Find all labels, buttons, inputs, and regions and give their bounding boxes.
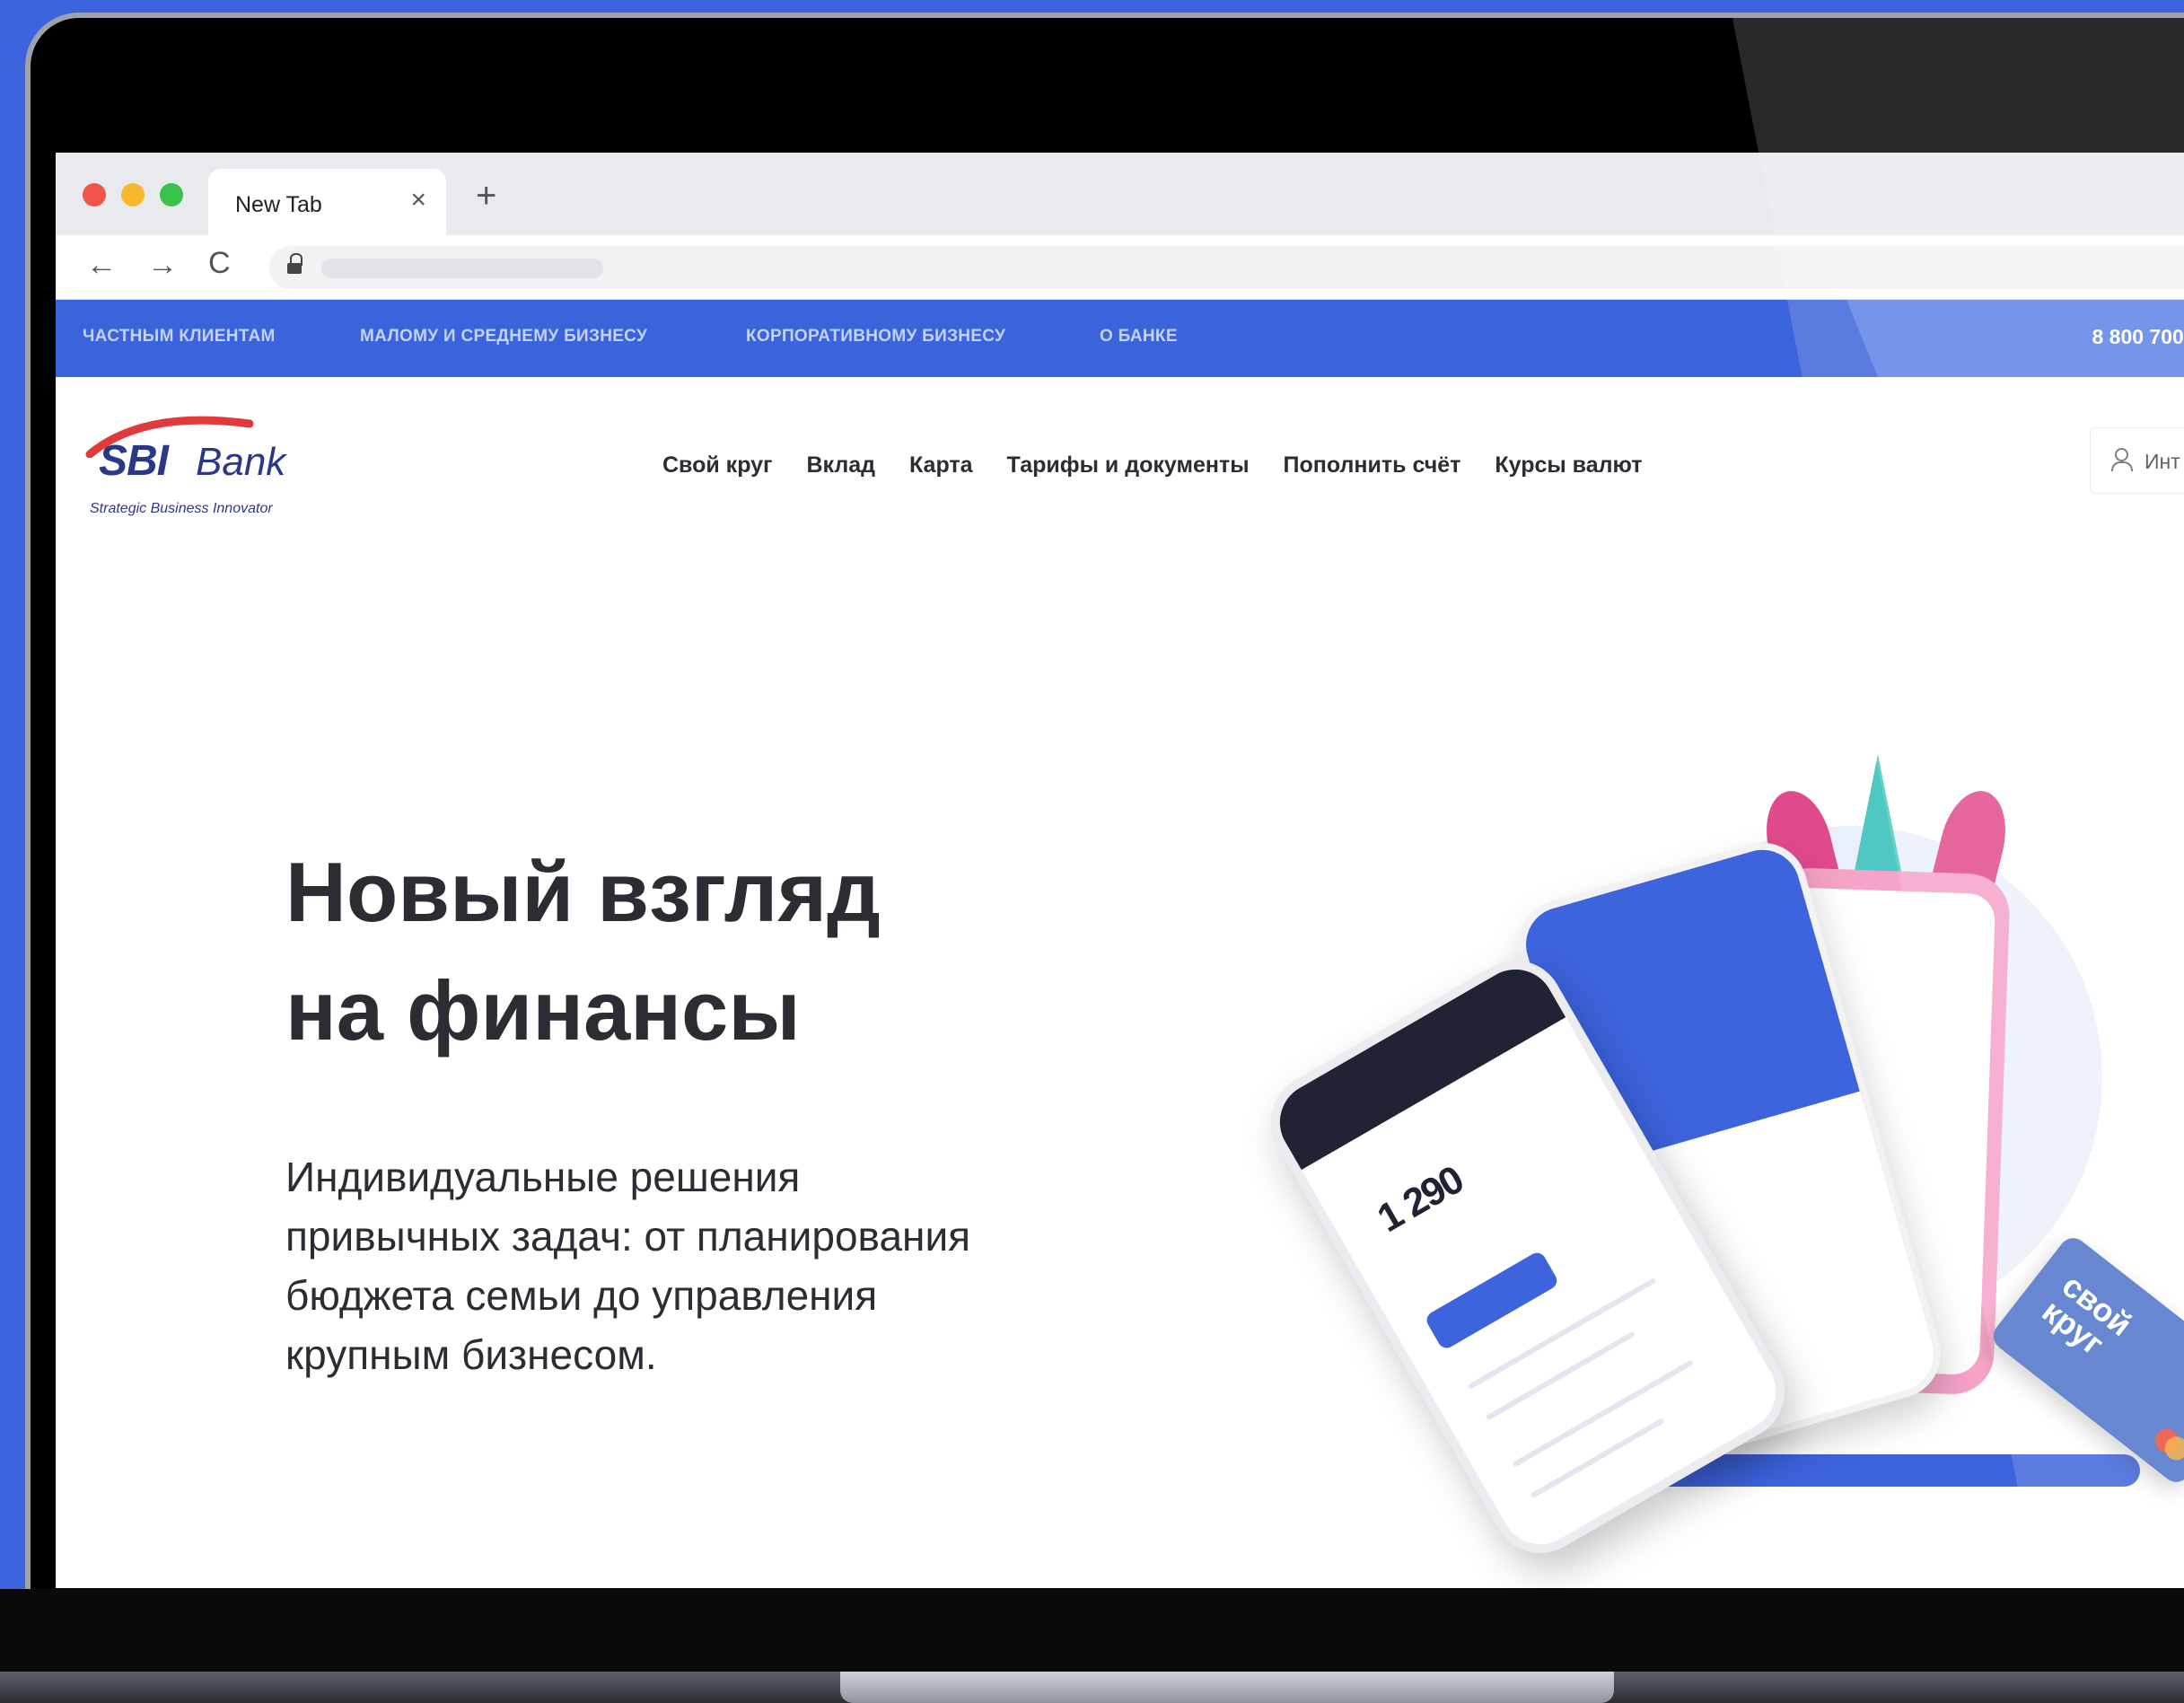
segment-about-bank[interactable]: О БАНКЕ: [1100, 327, 1178, 347]
tab-title: New Tab: [235, 192, 322, 217]
svoy-krug-card: свой круг: [1987, 1232, 2184, 1488]
tab-bar: New Tab × +: [56, 153, 2184, 235]
nav-item-tariffs[interactable]: Тарифы и документы: [1007, 452, 1250, 478]
site-segment-bar: ЧАСТНЫМ КЛИЕНТАМ МАЛОМУ И СРЕДНЕМУ БИЗНЕ…: [56, 300, 2184, 377]
browser-window: New Tab × + ← → C ЧАСТНЫМ КЛИЕНТАМ МАЛОМ…: [56, 153, 2184, 1588]
hero-text-line3: бюджета семьи до управления: [285, 1272, 878, 1319]
forward-arrow-icon[interactable]: →: [147, 250, 178, 280]
hero-text-line1: Индивидуальные решения: [285, 1154, 801, 1200]
hero-illustration: 1 290 свой круг: [1253, 727, 2184, 1588]
logo-sbi: SBI: [99, 437, 169, 485]
front-phone-header: [1265, 954, 1566, 1171]
reload-icon[interactable]: C: [208, 248, 231, 278]
nav-item-card[interactable]: Карта: [909, 452, 973, 478]
login-label: Инт: [2145, 450, 2180, 473]
address-bar: ← → C: [56, 235, 2184, 300]
logo-bank: Bank: [196, 440, 286, 484]
logo-tagline: Strategic Business Innovator: [90, 501, 273, 516]
phone-balance: 1 290: [1370, 1157, 1470, 1242]
lock-icon: [287, 253, 303, 276]
hero-text-line2: привычных задач: от планирования: [285, 1213, 971, 1260]
user-icon: [2109, 448, 2133, 473]
segment-private-clients[interactable]: ЧАСТНЫМ КЛИЕНТАМ: [83, 327, 276, 347]
nav-item-deposit[interactable]: Вклад: [806, 452, 875, 478]
segment-small-business[interactable]: МАЛОМУ И СРЕДНЕМУ БИЗНЕСУ: [360, 327, 647, 347]
unicorn-horn-icon: [1851, 754, 1905, 889]
browser-tab[interactable]: New Tab ×: [208, 169, 446, 235]
phone-list-line: [1530, 1418, 1665, 1499]
sbi-bank-logo[interactable]: SBI Bank Strategic Business Innovator: [81, 404, 314, 521]
nav-item-rates[interactable]: Курсы валют: [1495, 452, 1642, 478]
minimize-window-button[interactable]: [121, 183, 145, 206]
laptop-bottom-bezel: [0, 1589, 2184, 1679]
phone-number[interactable]: 8 800 700 6: [2092, 325, 2184, 349]
nav-item-svoy-krug[interactable]: Свой круг: [662, 452, 772, 478]
internet-bank-button[interactable]: Инт: [2090, 427, 2184, 494]
hero-text-line4: крупным бизнесом.: [285, 1331, 657, 1378]
phone-action-button: [1423, 1250, 1560, 1352]
close-tab-icon[interactable]: ×: [410, 187, 426, 214]
hero-title-line2: на финансы: [285, 963, 801, 1058]
hero-title: Новый взгляд на финансы: [285, 833, 1093, 1070]
hero-description: Индивидуальные решения привычных задач: …: [285, 1147, 1147, 1384]
url-placeholder-bar: [321, 259, 603, 278]
segment-corporate[interactable]: КОРПОРАТИВНОМУ БИЗНЕСУ: [746, 327, 1005, 347]
new-tab-icon[interactable]: +: [476, 178, 496, 214]
nav-item-top-up[interactable]: Пополнить счёт: [1284, 452, 1461, 478]
url-input[interactable]: [269, 246, 2184, 289]
back-arrow-icon[interactable]: ←: [86, 250, 117, 280]
maximize-window-button[interactable]: [160, 183, 183, 206]
laptop-hinge-notch: [840, 1672, 1614, 1703]
hero-title-line1: Новый взгляд: [285, 845, 881, 939]
close-window-button[interactable]: [83, 183, 106, 206]
main-nav: Свой круг Вклад Карта Тарифы и документы…: [662, 452, 1642, 478]
